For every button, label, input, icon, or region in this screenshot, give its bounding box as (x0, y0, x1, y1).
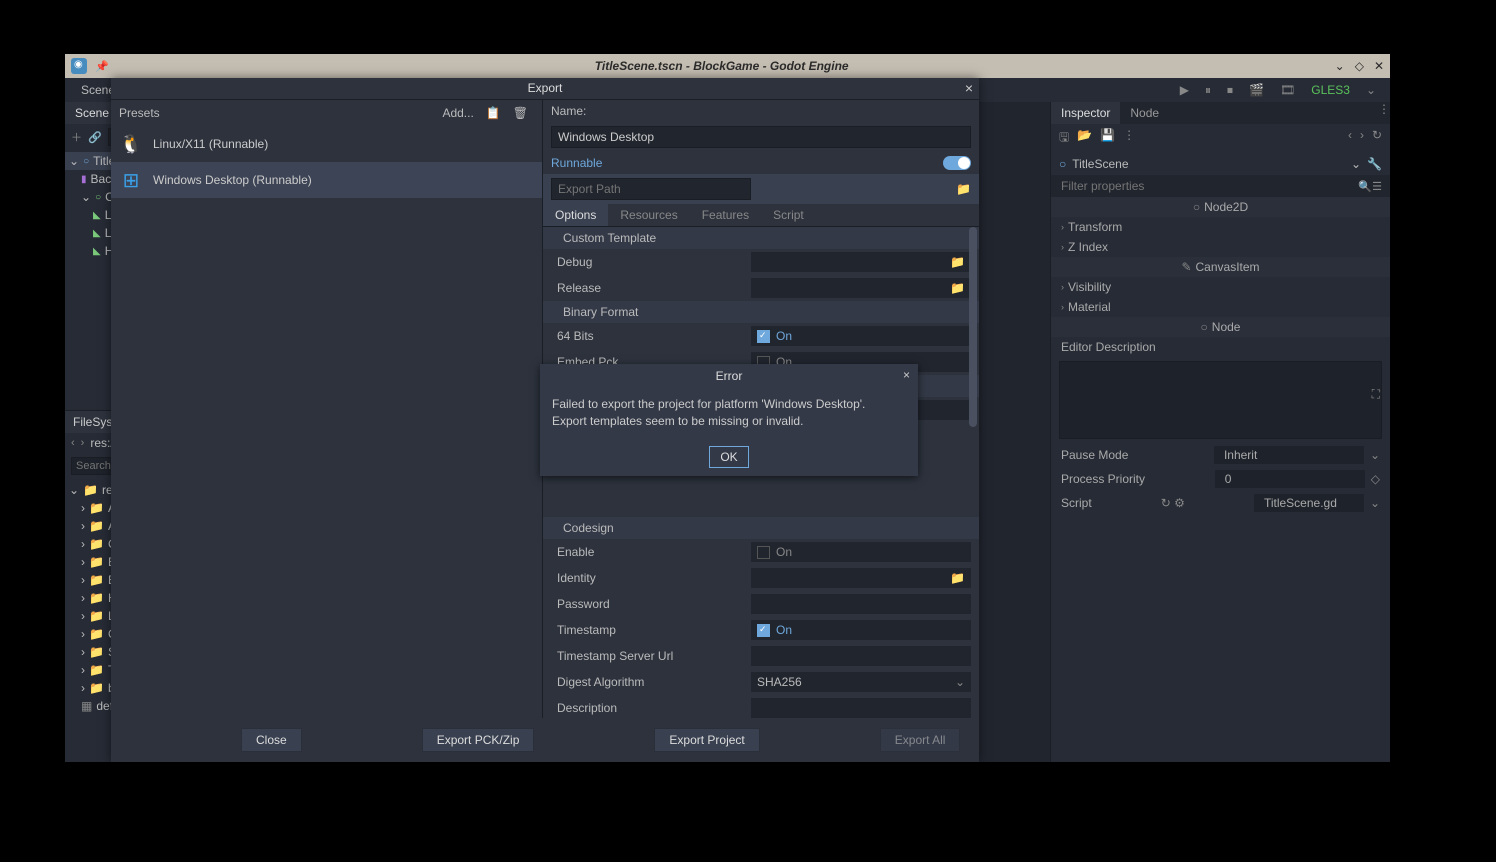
presets-label: Presets (119, 106, 160, 120)
pin-icon[interactable]: 📌 (95, 60, 109, 73)
chevron-down-icon[interactable]: ⌄ (1351, 157, 1361, 171)
close-button[interactable]: Close (241, 728, 302, 752)
opt-release[interactable]: Release📁 (543, 275, 979, 301)
section-canvasitem: ✎CanvasItem (1051, 257, 1390, 277)
opt-timestamp[interactable]: TimestampOn (543, 617, 979, 643)
save-as-icon[interactable]: 💾 (1100, 128, 1115, 149)
runnable-label: Runnable (551, 156, 602, 170)
panel-menu-icon[interactable]: ⋮ (1378, 102, 1390, 124)
export-path-input[interactable] (551, 178, 751, 200)
close-icon[interactable]: × (965, 80, 973, 96)
prop-editor-desc: Editor Description (1051, 337, 1390, 357)
error-dialog: Error × Failed to export the project for… (540, 364, 918, 476)
opt-password[interactable]: Password (543, 591, 979, 617)
prop-zindex[interactable]: ›Z Index (1051, 237, 1390, 257)
window-title: TitleScene.tscn - BlockGame - Godot Engi… (117, 59, 1327, 73)
add-preset-button[interactable]: Add... (436, 106, 479, 120)
fs-fwd-icon[interactable]: › (81, 437, 85, 449)
opt-identity[interactable]: Identity📁 (543, 565, 979, 591)
history-fwd-icon[interactable]: › (1360, 128, 1364, 149)
folder-icon[interactable]: 📁 (956, 182, 971, 196)
link-icon[interactable]: 🔗 (88, 131, 102, 144)
tab-inspector[interactable]: Inspector (1051, 102, 1120, 124)
tab-node[interactable]: Node (1120, 102, 1169, 124)
prop-visibility[interactable]: ›Visibility (1051, 277, 1390, 297)
wrench-icon[interactable]: 🔧 (1367, 157, 1382, 171)
editor-description-input[interactable] (1059, 361, 1382, 439)
folder-icon: 📁 (950, 255, 965, 269)
prop-material[interactable]: ›Material (1051, 297, 1390, 317)
play-icon[interactable]: ▶ (1174, 83, 1195, 97)
export-all-button[interactable]: Export All (880, 728, 961, 752)
open-icon[interactable]: 📂 (1077, 128, 1092, 149)
pause-icon[interactable]: ⏸ (1199, 83, 1217, 98)
search-icon[interactable]: 🔍 (1358, 180, 1372, 193)
node-type-icon: ○ (1059, 157, 1066, 171)
scrollbar[interactable] (969, 227, 977, 427)
copy-preset-icon[interactable]: 📋 (480, 106, 507, 120)
titlebar: 📌 TitleScene.tscn - BlockGame - Godot En… (65, 54, 1390, 78)
section-node2d: ○Node2D (1051, 197, 1390, 217)
export-project-button[interactable]: Export Project (654, 728, 759, 752)
opt-description[interactable]: Description (543, 695, 979, 718)
tab-script[interactable]: Script (761, 204, 816, 226)
export-pck-button[interactable]: Export PCK/Zip (422, 728, 535, 752)
add-node-icon[interactable]: ＋ (71, 129, 82, 145)
folder-icon: 📁 (950, 571, 965, 585)
maximize-icon[interactable]: ◇ (1355, 59, 1364, 73)
expand-icon[interactable]: ⛶ (1372, 387, 1380, 402)
opt-ts-url[interactable]: Timestamp Server Url (543, 643, 979, 669)
name-label: Name: (551, 104, 586, 118)
stop-icon[interactable]: ⏹ (1221, 83, 1239, 98)
windows-icon: ⊞ (119, 168, 143, 192)
linux-icon: 🐧 (119, 132, 143, 156)
tab-options[interactable]: Options (543, 204, 608, 226)
section-binary-format: Binary Format (543, 301, 979, 323)
chevron-down-icon[interactable]: ⌄ (1360, 83, 1382, 97)
history-back-icon[interactable]: ‹ (1348, 128, 1352, 149)
error-message-line1: Failed to export the project for platfor… (552, 396, 906, 413)
runnable-toggle[interactable] (943, 156, 971, 170)
inspected-node-name: TitleScene (1072, 157, 1128, 171)
clear-icon[interactable]: ☰ (1372, 180, 1382, 193)
prop-script[interactable]: Script ↻ ⚙ TitleScene.gd⌄ (1051, 491, 1390, 515)
prop-transform[interactable]: ›Transform (1051, 217, 1390, 237)
opt-64bits[interactable]: 64 BitsOn (543, 323, 979, 349)
fs-back-icon[interactable]: ‹ (71, 437, 75, 449)
section-node: ○Node (1051, 317, 1390, 337)
opt-digest[interactable]: Digest AlgorithmSHA256⌄ (543, 669, 979, 695)
error-message-line2: Export templates seem to be missing or i… (552, 413, 906, 430)
delete-preset-icon[interactable]: 🗑 (507, 106, 534, 120)
close-icon[interactable]: × (903, 368, 910, 382)
close-window-icon[interactable]: ✕ (1374, 59, 1384, 73)
minimize-icon[interactable]: ⌄ (1335, 59, 1345, 73)
preset-windows[interactable]: ⊞ Windows Desktop (Runnable) (111, 162, 542, 198)
error-title: Error (716, 369, 743, 383)
preset-linux[interactable]: 🐧 Linux/X11 (Runnable) (111, 126, 542, 162)
ok-button[interactable]: OK (709, 446, 748, 468)
prop-pause-mode[interactable]: Pause Mode Inherit⌄ (1051, 443, 1390, 467)
save-icon[interactable]: 🖫 (1059, 128, 1069, 149)
tab-features[interactable]: Features (690, 204, 761, 226)
play-custom-icon[interactable]: 🎞 (1274, 83, 1301, 97)
play-scene-icon[interactable]: 🎬 (1243, 83, 1270, 97)
tab-resources[interactable]: Resources (608, 204, 689, 226)
history-icon[interactable]: ↻ (1372, 128, 1382, 149)
preset-name-input[interactable] (551, 126, 971, 148)
prop-process-priority[interactable]: Process Priority 0◇ (1051, 467, 1390, 491)
more-icon[interactable]: ⋮ (1123, 128, 1135, 149)
section-codesign: Codesign (543, 517, 979, 539)
opt-debug[interactable]: Debug📁 (543, 249, 979, 275)
folder-icon: 📁 (950, 281, 965, 295)
section-custom-template: Custom Template (543, 227, 979, 249)
export-dialog-title: Export × (111, 78, 979, 100)
renderer-label[interactable]: GLES3 (1305, 83, 1356, 97)
opt-enable[interactable]: EnableOn (543, 539, 979, 565)
filter-properties-input[interactable] (1059, 177, 1358, 195)
godot-logo-icon (71, 58, 87, 74)
